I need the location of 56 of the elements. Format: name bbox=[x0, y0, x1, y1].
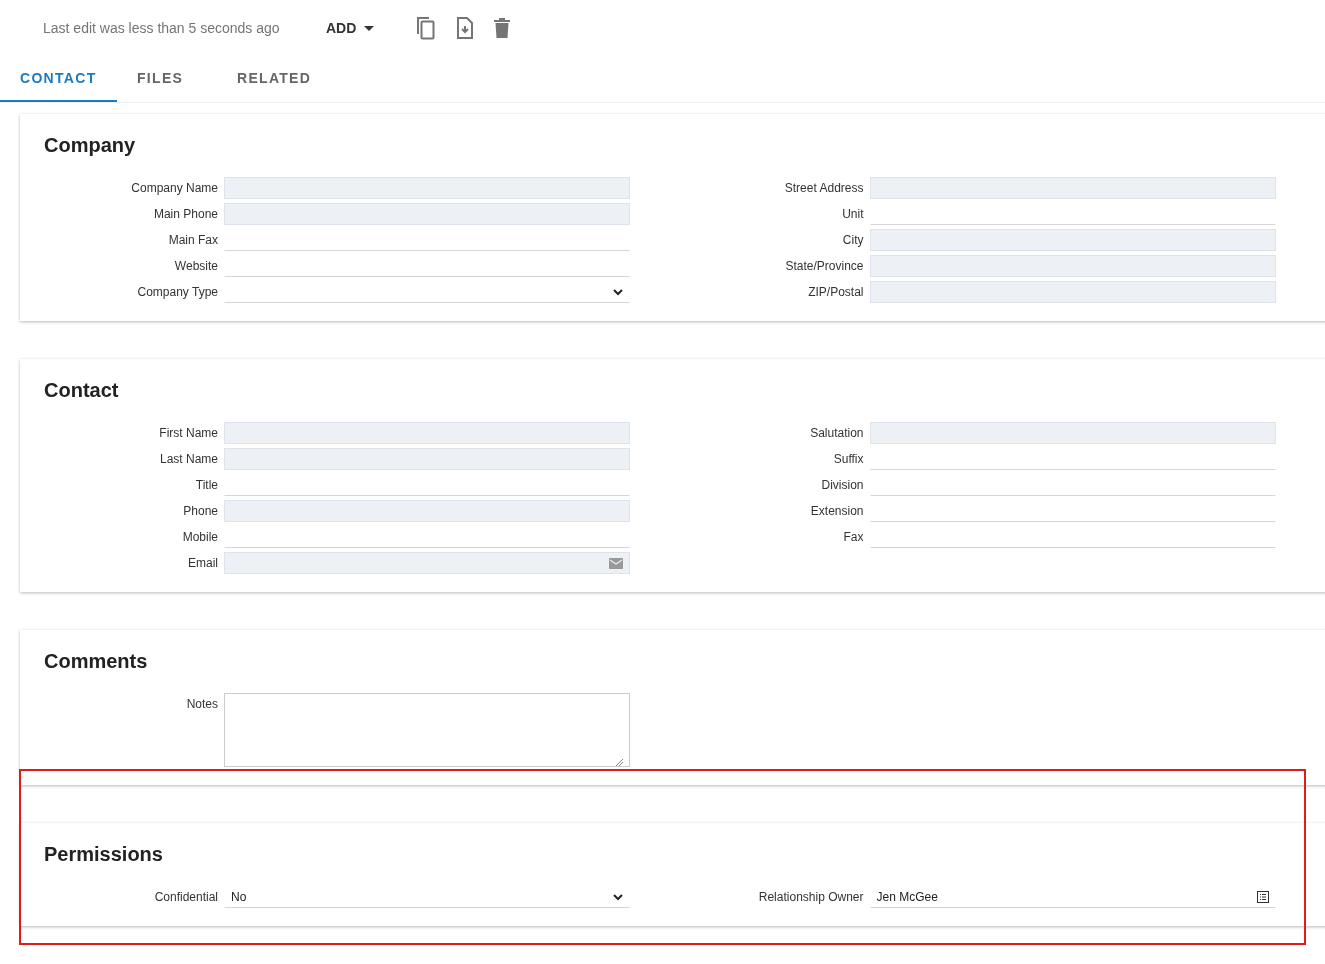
caret-icon bbox=[364, 25, 375, 31]
field-label: Notes bbox=[185, 696, 219, 711]
field-label: First Name bbox=[158, 425, 219, 440]
trash-icon[interactable] bbox=[494, 18, 511, 38]
field-label: ZIP/Postal bbox=[807, 284, 865, 299]
tab[interactable]: FILES bbox=[117, 56, 217, 102]
field-label: Mobile bbox=[181, 529, 219, 544]
chevron-down-icon bbox=[613, 288, 623, 296]
field-label: State/Province bbox=[784, 258, 865, 273]
copy-icon[interactable] bbox=[414, 16, 437, 40]
file-download-icon[interactable] bbox=[456, 17, 475, 39]
add-menu-button[interactable]: ADD bbox=[326, 20, 375, 36]
last-edit-status: Last edit was less than 5 seconds ago bbox=[43, 20, 281, 36]
input-field[interactable] bbox=[869, 281, 1276, 303]
field-label: Main Fax bbox=[167, 232, 219, 247]
field-label: Main Phone bbox=[152, 206, 219, 221]
field-label: Email bbox=[187, 555, 219, 570]
input-field[interactable] bbox=[224, 500, 630, 522]
email-field[interactable] bbox=[224, 552, 630, 574]
field-label: Extension bbox=[809, 503, 865, 518]
input-field[interactable] bbox=[224, 177, 630, 199]
field-value: No bbox=[231, 890, 247, 904]
field-label: Company Name bbox=[130, 180, 219, 195]
field-label: Confidential bbox=[153, 889, 219, 904]
field-label: Title bbox=[194, 477, 219, 492]
field-label: Relationship Owner bbox=[757, 889, 865, 904]
field-label: Last Name bbox=[158, 451, 219, 466]
field-label: Suffix bbox=[832, 451, 865, 466]
field-label: Salutation bbox=[809, 425, 865, 440]
field-label: Company Type bbox=[136, 284, 219, 299]
input-field[interactable] bbox=[869, 422, 1276, 444]
section-title: Company bbox=[44, 134, 137, 157]
field-label: Division bbox=[820, 477, 865, 492]
chevron-down-icon bbox=[613, 893, 623, 901]
input-field[interactable] bbox=[869, 177, 1276, 199]
field-value: Jen McGee bbox=[876, 890, 938, 904]
section-title: Permissions bbox=[44, 843, 164, 866]
list-icon bbox=[1256, 891, 1269, 903]
input-field[interactable] bbox=[224, 448, 630, 470]
input-field[interactable] bbox=[869, 255, 1276, 277]
input-field[interactable] bbox=[224, 422, 630, 444]
input-field[interactable] bbox=[224, 203, 630, 225]
section-title: Comments bbox=[44, 650, 149, 673]
field-label: Street Address bbox=[783, 180, 865, 195]
text-area[interactable] bbox=[224, 693, 630, 767]
tab[interactable]: CONTACT bbox=[0, 56, 117, 102]
field-label: Website bbox=[173, 258, 219, 273]
section-title: Contact bbox=[44, 379, 120, 402]
field-label: Unit bbox=[841, 206, 865, 221]
tab[interactable]: RELATED bbox=[217, 56, 337, 102]
input-field[interactable] bbox=[869, 229, 1276, 251]
envelope-icon bbox=[609, 557, 623, 569]
field-label: City bbox=[841, 232, 865, 247]
field-label: Phone bbox=[182, 503, 219, 518]
field-label: Fax bbox=[842, 529, 865, 544]
resize-handle-icon bbox=[616, 759, 623, 766]
